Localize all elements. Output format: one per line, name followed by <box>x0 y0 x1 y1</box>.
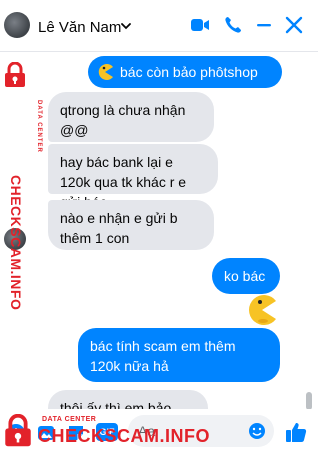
message-outgoing[interactable]: ko bác <box>212 258 280 294</box>
message-list[interactable]: bác còn bảo phôtshop qtrong là chưa nhận… <box>0 52 318 409</box>
contact-avatar[interactable] <box>4 12 30 38</box>
message-incoming[interactable]: hay bác bank lại e 120k qua tk khác r e … <box>48 144 218 210</box>
pacman-emoji-icon <box>98 64 113 80</box>
watermark-bottom-line2: CHECKSCAM.INFO <box>38 426 210 446</box>
message-outgoing[interactable]: bác còn bảo phôtshop <box>88 56 282 88</box>
watermark-bottom-line1: DATA CENTER <box>42 416 97 423</box>
message-incoming[interactable]: qtrong là chưa nhận @@ <box>48 92 214 142</box>
chevron-down-icon[interactable] <box>120 20 132 32</box>
like-icon[interactable] <box>285 421 307 443</box>
message-incoming[interactable]: thôi ấy thì em bảo... <box>48 390 208 409</box>
message-text: qtrong là chưa nhận @@ <box>60 102 186 138</box>
phone-icon[interactable] <box>224 16 242 34</box>
message-text: thôi ấy thì em bảo... <box>60 400 183 409</box>
emoji-icon[interactable] <box>248 422 266 440</box>
message-text: ko bác <box>224 268 266 284</box>
chat-header: Lê Văn Nam <box>0 0 318 52</box>
message-incoming[interactable]: nào e nhận e gửi b thêm 1 con <box>48 200 214 250</box>
close-icon[interactable] <box>285 16 303 34</box>
contact-name[interactable]: Lê Văn Nam <box>38 19 121 36</box>
lock-logo-icon <box>5 414 31 447</box>
watermark-line1: DATA CENTER <box>36 100 42 153</box>
message-text: nào e nhận e gửi b thêm 1 con <box>60 210 178 246</box>
minimize-icon[interactable] <box>255 16 273 34</box>
message-text: bác tính scam em thêm 120k nữa hả <box>90 338 236 374</box>
pacman-emoji-icon[interactable] <box>246 294 278 326</box>
watermark-line2: CHECKSCAM.INFO <box>8 175 24 311</box>
lock-logo-icon <box>5 62 25 87</box>
message-text: bác còn bảo phôtshop <box>120 64 258 80</box>
video-call-icon[interactable] <box>190 16 210 34</box>
message-outgoing[interactable]: bác tính scam em thêm 120k nữa hả <box>78 328 280 382</box>
scrollbar[interactable] <box>306 392 312 409</box>
